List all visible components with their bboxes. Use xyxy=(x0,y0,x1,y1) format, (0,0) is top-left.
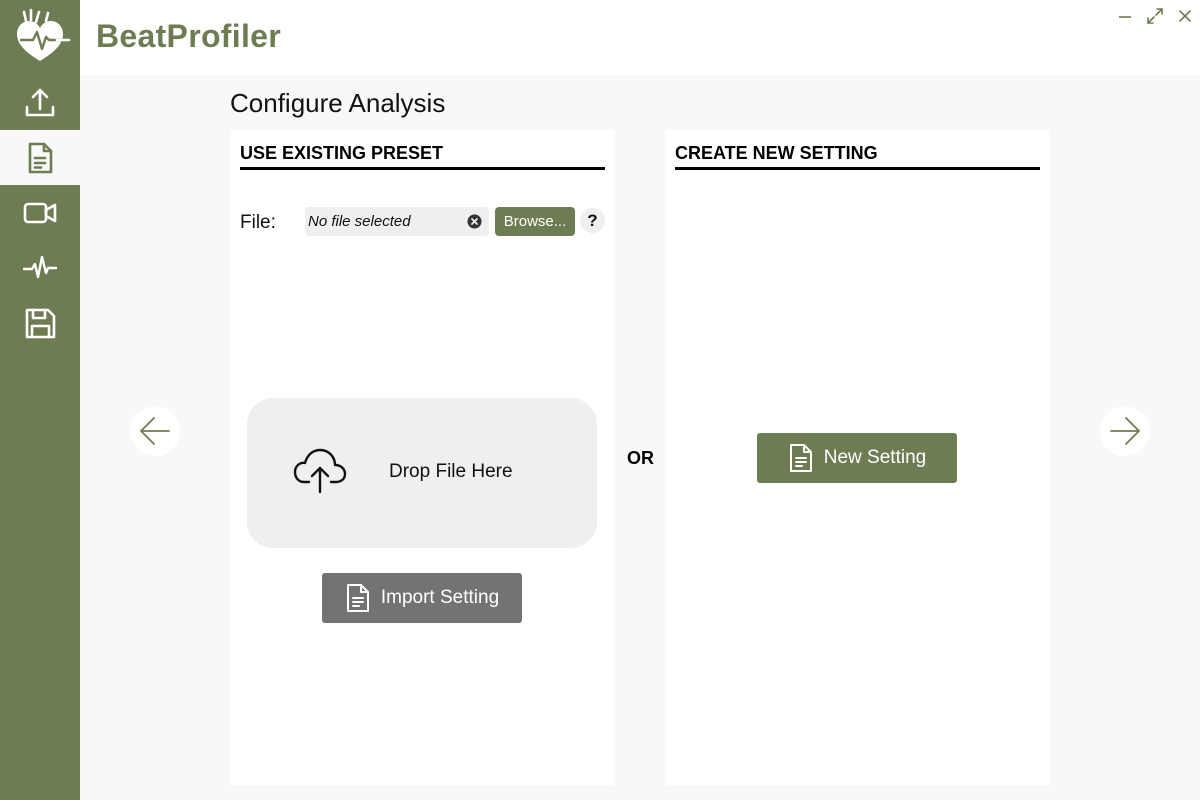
create-new-setting-panel: CREATE NEW SETTING New Setting xyxy=(665,130,1050,785)
close-button[interactable] xyxy=(1174,5,1196,27)
arrow-left-icon xyxy=(140,417,170,445)
document-icon xyxy=(789,444,812,472)
nav-configure[interactable] xyxy=(0,130,80,185)
nav-save[interactable] xyxy=(0,295,80,350)
file-path-value: No file selected xyxy=(308,213,411,230)
file-label: File: xyxy=(240,212,276,233)
expand-icon xyxy=(1147,8,1163,24)
cloud-upload-icon xyxy=(293,448,347,494)
nav-video[interactable] xyxy=(0,185,80,240)
heartbeat-signal-icon xyxy=(23,255,57,278)
previous-step-button[interactable] xyxy=(130,406,180,456)
nav-upload[interactable] xyxy=(0,75,80,130)
close-icon xyxy=(1179,10,1191,22)
browse-button[interactable]: Browse... xyxy=(495,207,575,236)
minimize-icon xyxy=(1119,16,1131,18)
panel-heading: CREATE NEW SETTING xyxy=(675,143,1040,170)
document-icon xyxy=(28,142,53,173)
new-setting-label: New Setting xyxy=(823,447,927,468)
arrow-right-icon xyxy=(1110,417,1140,445)
app-title: BeatProfiler xyxy=(96,18,281,54)
nav-signal[interactable] xyxy=(0,240,80,295)
sidebar xyxy=(0,0,80,800)
import-setting-button[interactable]: Import Setting xyxy=(322,573,522,623)
heart-logo-icon xyxy=(0,0,80,75)
document-icon xyxy=(346,584,369,612)
help-button[interactable]: ? xyxy=(580,208,605,233)
new-setting-button[interactable]: New Setting xyxy=(757,433,957,483)
file-path-field[interactable]: No file selected xyxy=(305,207,489,236)
video-camera-icon xyxy=(23,202,57,223)
save-icon xyxy=(25,308,56,338)
app-header: BeatProfiler xyxy=(80,0,1200,75)
minimize-button[interactable] xyxy=(1114,5,1136,27)
upload-icon xyxy=(25,88,55,116)
dropzone-label: Drop File Here xyxy=(389,461,513,482)
file-dropzone[interactable]: Drop File Here xyxy=(247,398,597,548)
or-divider-label: OR xyxy=(627,448,654,468)
maximize-button[interactable] xyxy=(1144,5,1166,27)
panel-heading: USE EXISTING PRESET xyxy=(240,143,605,170)
page-title: Configure Analysis xyxy=(230,88,446,118)
use-existing-preset-panel: USE EXISTING PRESET File: No file select… xyxy=(230,130,615,785)
next-step-button[interactable] xyxy=(1100,406,1150,456)
import-setting-label: Import Setting xyxy=(380,587,500,608)
clear-icon[interactable] xyxy=(467,214,482,229)
